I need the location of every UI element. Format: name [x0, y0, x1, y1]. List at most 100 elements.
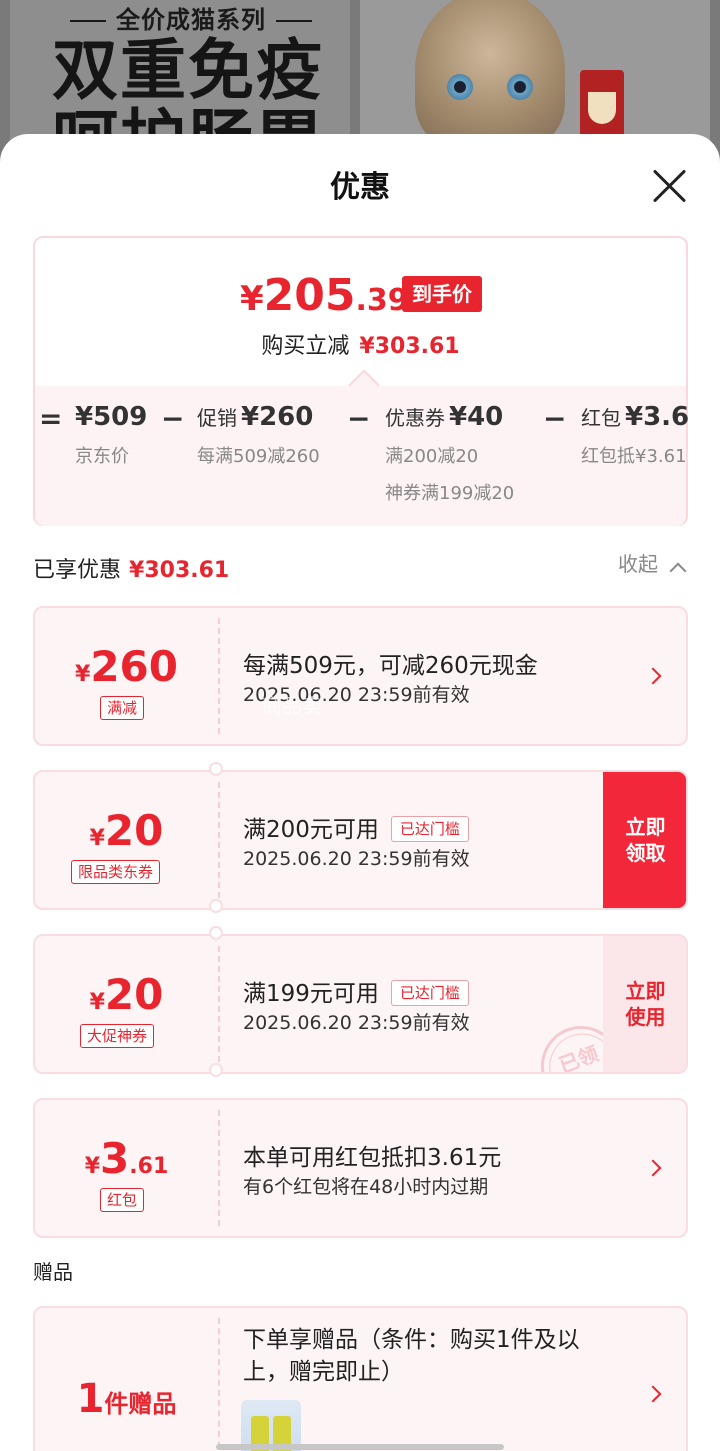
coupon-title: 满199元可用 已达门槛	[243, 974, 469, 1008]
threshold-badge: 已达门槛	[390, 980, 469, 1006]
breakdown-value: 促销 ¥260	[197, 402, 313, 432]
coupon-type-tag: 限品类东券	[71, 860, 161, 884]
coupon-amount: ¥3.61	[35, 1134, 218, 1183]
breakdown-op: =	[39, 402, 63, 435]
coupon-divider	[218, 946, 220, 1062]
coupon-amount-decimal: .61	[129, 1154, 169, 1179]
final-price: ¥205.39	[240, 270, 409, 321]
threshold-badge: 已达门槛	[390, 816, 469, 842]
coupon-amount-yen: ¥	[75, 662, 91, 687]
banner-headline-line1: 双重免疫	[52, 32, 324, 109]
discount-sheet: 优惠 ¥205.39 到手价 购买立减 ¥303.61 = ¥509 京东价 − …	[0, 134, 720, 1451]
coupon-amount: ¥20	[35, 806, 218, 855]
coupon-validity: 2025.06.20 23:59前有效	[243, 1012, 470, 1034]
enjoyed-label: 已享优惠	[33, 558, 122, 583]
breakdown-sub: 红包抵¥3.61	[581, 446, 687, 467]
coupon-card-full-reduction[interactable]: ¥260 满减 每满509元，可减260元现金 2025.06.20 23:59…	[33, 606, 688, 746]
breakdown-label: 促销	[197, 406, 237, 430]
instant-discount-amount: ¥303.61	[359, 334, 460, 359]
breakdown-op: −	[161, 402, 185, 435]
home-indicator	[216, 1444, 504, 1450]
use-now-line1: 立即	[625, 979, 666, 1003]
cat-eye-left	[447, 74, 473, 100]
close-icon[interactable]	[648, 164, 692, 208]
gift-count-number: 1	[76, 1376, 105, 1422]
cat-image	[415, 0, 565, 150]
coupon-type-tag: 红包	[100, 1188, 145, 1212]
breakdown-sub: 神券满199减20	[385, 483, 515, 504]
use-now-line2: 使用	[625, 1005, 666, 1029]
coupon-title: 本单可用红包抵扣3.61元	[243, 1145, 502, 1171]
final-price-yen: ¥	[240, 279, 264, 319]
coupon-card-category: ¥20 限品类东券 满200元可用 已达门槛 2025.06.20 23:59前有…	[33, 770, 688, 910]
ticket-notch	[209, 1063, 223, 1077]
watermark: 商品卖	[262, 694, 322, 718]
breakdown-value: ¥509	[75, 402, 147, 432]
gift-count-text: 件赠品	[104, 1390, 177, 1418]
claim-now-line1: 立即	[625, 815, 666, 839]
coupon-validity: 2025.06.20 23:59前有效	[243, 848, 470, 870]
final-price-tag: 到手价	[402, 276, 482, 312]
gift-title: 下单享赠品（条件：购买1件及以上，赠完即止）	[243, 1327, 580, 1385]
chevron-up-icon	[669, 562, 687, 580]
claim-now-line2: 领取	[625, 841, 666, 865]
sheet-title: 优惠	[330, 170, 390, 205]
coupon-amount-value: 3	[100, 1134, 130, 1183]
gift-heading: 赠品	[33, 1260, 73, 1284]
breakdown-label: 红包	[581, 406, 621, 430]
use-now-button[interactable]: 立即 使用	[603, 936, 686, 1072]
final-price-int: 205	[263, 270, 356, 321]
ticket-notch	[209, 899, 223, 913]
coupon-type-tag: 满减	[100, 696, 145, 720]
coupon-amount-yen: ¥	[84, 1154, 101, 1179]
enjoyed-discount: 已享优惠 ¥303.61	[33, 552, 229, 584]
breakdown-sub: 满200减20	[385, 446, 479, 467]
instant-discount: 购买立减 ¥303.61	[35, 328, 686, 360]
coupon-amount-yen: ¥	[89, 990, 105, 1015]
coupon-divider	[218, 618, 220, 734]
coupon-amount-area: ¥260 满减	[35, 608, 218, 744]
package-shield-icon	[580, 70, 624, 140]
banner-series: 全价成猫系列	[60, 0, 322, 35]
price-breakdown: = ¥509 京东价 − 促销 ¥260 每满509减260 − 优惠券 ¥40 满…	[35, 386, 689, 526]
collapse-button[interactable]: 收起	[618, 548, 687, 580]
instant-discount-label: 购买立减	[261, 334, 350, 359]
gift-count: 1件赠品	[35, 1376, 218, 1422]
coupon-amount-value: 20	[104, 970, 164, 1019]
breakdown-op: −	[543, 402, 567, 435]
breakdown-sub: 每满509减260	[197, 446, 320, 467]
coupon-amount: ¥260	[35, 642, 218, 691]
collapse-label: 收起	[618, 552, 658, 576]
coupon-amount-value: 20	[104, 806, 164, 855]
coupon-type-tag: 大促神券	[80, 1024, 155, 1048]
ticket-notch	[209, 762, 223, 776]
price-summary-top: ¥205.39 到手价 购买立减 ¥303.61	[35, 238, 686, 386]
coupon-amount-area: ¥20 限品类东券	[35, 772, 218, 908]
coupon-title: 满200元可用 已达门槛	[243, 810, 469, 844]
enjoyed-amount: ¥303.61	[129, 558, 230, 583]
coupon-title-text: 满199元可用	[243, 981, 379, 1007]
breakdown-label: 优惠券	[385, 406, 445, 430]
breakdown-value-amount: ¥260	[241, 402, 314, 432]
claim-now-button[interactable]: 立即 领取	[603, 772, 686, 908]
price-summary-card: ¥205.39 到手价 购买立减 ¥303.61 = ¥509 京东价 − 促销 ¥…	[33, 236, 689, 526]
coupon-card-red-packet[interactable]: ¥3.61 红包 本单可用红包抵扣3.61元 有6个红包将在48小时内过期	[33, 1098, 688, 1238]
breakdown-value: 红包 ¥3.6	[581, 402, 689, 432]
coupon-card-promo: ¥20 大促神券 满199元可用 已达门槛 2025.06.20 23:59前有效…	[33, 934, 688, 1074]
breakdown-value: 优惠券 ¥40	[385, 402, 503, 432]
breakdown-value-amount: ¥3.6	[625, 402, 690, 432]
breakdown-value-amount: ¥40	[449, 402, 504, 432]
breakdown-value-amount: ¥509	[75, 402, 148, 432]
coupon-amount: ¥20	[35, 970, 218, 1019]
cat-eye-right	[507, 74, 533, 100]
chevron-right-icon	[644, 667, 662, 685]
coupon-divider	[218, 1110, 220, 1226]
ticket-notch	[209, 926, 223, 940]
breakdown-sub: 京东价	[75, 446, 129, 467]
coupon-amount-yen: ¥	[89, 826, 105, 851]
coupon-amount-area: ¥20 大促神券	[35, 936, 218, 1072]
coupon-amount-area: ¥3.61 红包	[35, 1100, 218, 1236]
gift-divider	[218, 1318, 220, 1451]
coupon-title: 每满509元，可减260元现金	[243, 653, 538, 679]
gift-card[interactable]: 1件赠品 下单享赠品（条件：购买1件及以上，赠完即止）	[33, 1306, 688, 1451]
